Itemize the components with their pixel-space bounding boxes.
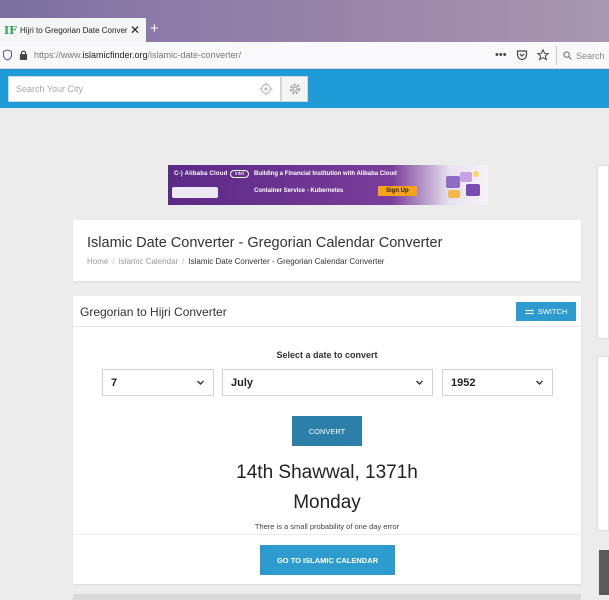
select-date-label: Select a date to convert — [276, 350, 378, 360]
advertisement-banner[interactable]: C-) Alibaba Cloud intel Building a Finan… — [168, 165, 488, 205]
lock-icon[interactable] — [19, 49, 28, 61]
chevron-down-icon — [416, 380, 423, 385]
chevron-down-icon — [197, 380, 204, 385]
ad-brand: C-) Alibaba Cloud — [174, 171, 228, 177]
browser-search-placeholder: Search — [576, 50, 605, 61]
city-search-input[interactable] — [16, 84, 252, 94]
converter-title: Gregorian to Hijri Converter — [80, 305, 227, 319]
year-select[interactable]: 1952 — [442, 369, 553, 396]
ad-signup-button[interactable]: Sign Up — [378, 186, 417, 196]
site-favicon-icon: IF — [4, 23, 17, 37]
breadcrumb: Home / Islamic Calendar / Islamic Date C… — [87, 257, 384, 266]
tab-title: Hijri to Gregorian Date Conver — [19, 25, 128, 35]
ad-badge — [172, 187, 218, 198]
day-select-value: 7 — [111, 376, 118, 389]
breadcrumb-islamic-calendar-link[interactable]: Islamic Calendar — [119, 257, 179, 266]
breadcrumb-separator: / — [182, 257, 185, 266]
day-select[interactable]: 7 — [102, 369, 214, 396]
breadcrumb-current: Islamic Date Converter - Gregorian Calen… — [188, 257, 385, 266]
locate-icon[interactable] — [259, 82, 273, 96]
next-card-edge — [73, 594, 581, 600]
accuracy-note: There is a small probability of one day … — [254, 522, 400, 531]
bookmark-star-icon[interactable] — [536, 49, 549, 61]
site-header — [0, 69, 609, 108]
page-title: Islamic Date Converter - Gregorian Calen… — [87, 235, 443, 251]
switch-label: SWITCH — [537, 307, 568, 316]
ad-illustration-icon — [446, 171, 480, 198]
year-select-value: 1952 — [451, 376, 476, 389]
go-to-islamic-calendar-button[interactable]: GO TO ISLAMIC CALENDAR — [260, 545, 395, 575]
ad-partner-logo: intel — [230, 170, 250, 178]
month-select[interactable]: July — [222, 369, 433, 396]
url-domain: islamicfinder.org — [82, 50, 148, 60]
converter-card: Gregorian to Hijri Converter SWITCH Sele… — [73, 296, 581, 584]
browser-tab[interactable]: IF Hijri to Gregorian Date Conver ✕ — [0, 18, 146, 42]
right-rail-widget — [597, 165, 609, 339]
page-header-card: Islamic Date Converter - Gregorian Calen… — [73, 220, 581, 281]
url-prefix: https://www. — [34, 50, 83, 60]
converter-header: Gregorian to Hijri Converter SWITCH — [73, 296, 581, 327]
convert-button[interactable]: CONVERT — [292, 416, 362, 446]
browser-tab-bar: IF Hijri to Gregorian Date Conver ✕ + — [0, 0, 609, 42]
city-search-box — [8, 76, 281, 102]
tracking-shield-icon[interactable] — [3, 49, 12, 61]
url-path: /islamic-date-converter/ — [147, 50, 242, 60]
gear-icon — [289, 83, 300, 95]
browser-nav-bar: https://www.islamicfinder.org/islamic-da… — [0, 42, 609, 69]
converted-weekday: Monday — [293, 492, 361, 513]
switch-button[interactable]: SWITCH — [516, 302, 576, 321]
close-tab-icon[interactable]: ✕ — [130, 23, 140, 37]
browser-search-box[interactable]: Search — [556, 46, 609, 65]
month-select-value: July — [231, 376, 254, 389]
address-bar[interactable]: https://www.islamicfinder.org/islamic-da… — [34, 50, 241, 60]
page-actions-icon[interactable]: ••• — [495, 47, 507, 63]
right-rail-widget — [597, 356, 609, 531]
pocket-icon[interactable] — [516, 49, 528, 61]
breadcrumb-separator: / — [112, 257, 115, 266]
new-tab-button[interactable]: + — [150, 20, 159, 38]
divider — [73, 534, 581, 535]
search-icon — [563, 51, 572, 60]
chevron-down-icon — [536, 380, 543, 385]
settings-button[interactable] — [281, 76, 308, 102]
breadcrumb-home-link[interactable]: Home — [87, 257, 108, 266]
swap-arrows-icon — [525, 309, 534, 314]
ad-headline: Building a Financial Institution with Al… — [254, 171, 397, 177]
ad-subline: Container Service - Kubernetes — [254, 188, 344, 194]
side-image-thumbnail[interactable] — [599, 550, 609, 595]
converted-hijri-date: 14th Shawwal, 1371h — [236, 462, 418, 483]
